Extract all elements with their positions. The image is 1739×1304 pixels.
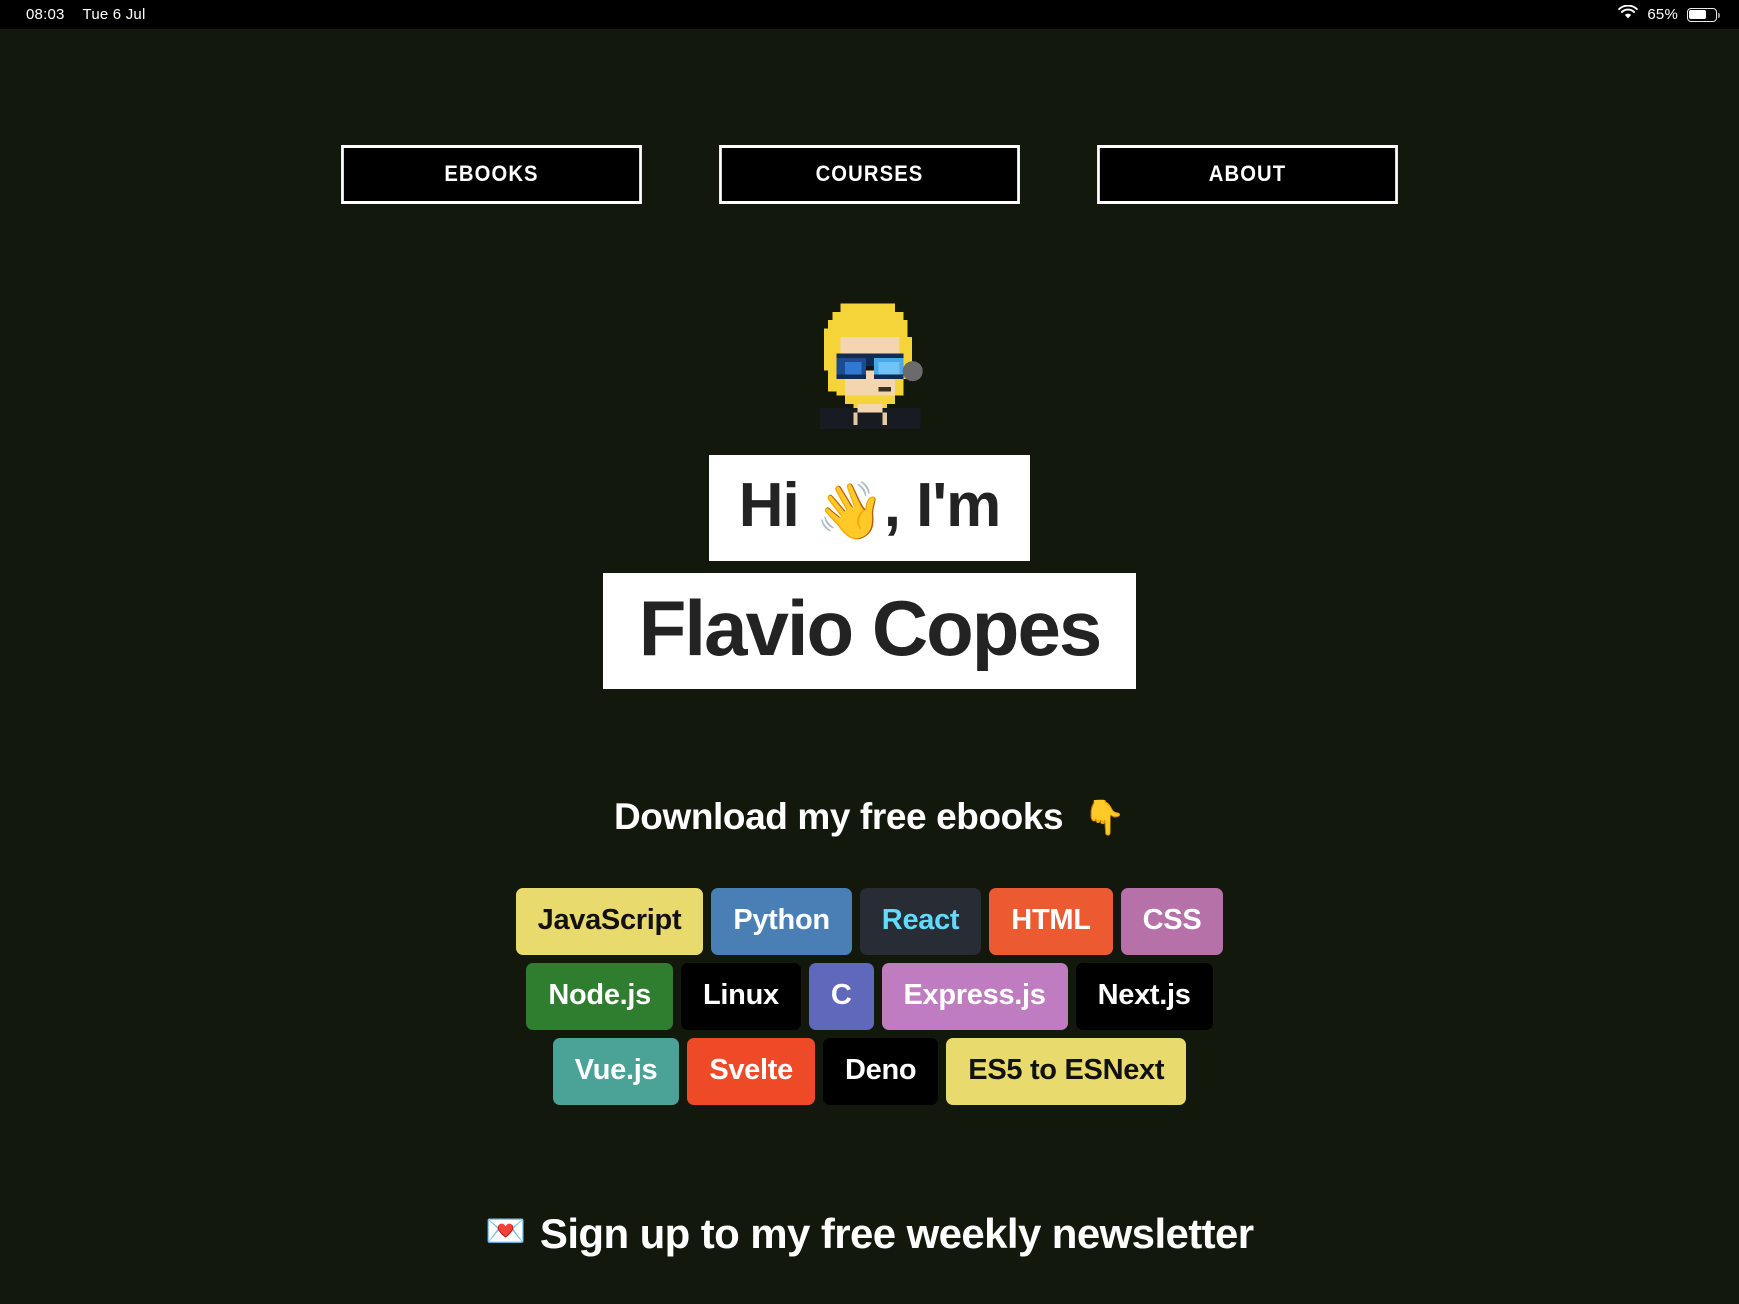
waving-hand-icon: 👋	[814, 479, 885, 542]
status-time: 08:03	[26, 6, 65, 23]
nav-item-label: EBOOKS	[444, 161, 539, 186]
hero-greeting-suffix: , I'm	[883, 471, 1002, 540]
nav-item-ebooks[interactable]: EBOOKS	[341, 145, 642, 204]
ebook-tag-deno[interactable]: Deno	[822, 1038, 939, 1105]
main-navigation: EBOOKS COURSES ABOUT	[0, 29, 1739, 204]
ebook-tag-html[interactable]: HTML	[989, 888, 1113, 955]
battery-fill	[1689, 9, 1706, 20]
battery-percent-label: 65%	[1647, 6, 1678, 23]
status-bar-left: 08:03 Tue 6 Jul	[26, 6, 146, 23]
ebook-tag-list: JavaScript Python React HTML CSS Node.js Linux…	[0, 888, 1739, 1105]
ebook-tag-svelte[interactable]: Svelte	[687, 1038, 815, 1105]
ebook-tag-row: Vue.js Svelte Deno ES5 to ESNext	[552, 1038, 1187, 1105]
ebook-tag-next-js[interactable]: Next.js	[1075, 963, 1213, 1030]
status-date: Tue 6 Jul	[82, 6, 146, 23]
ebook-tag-es5-to-esnext[interactable]: ES5 to ESNext	[946, 1038, 1187, 1105]
ebook-tag-react[interactable]: React	[859, 888, 982, 955]
nav-item-label: COURSES	[815, 161, 924, 186]
ebook-tag-row: JavaScript Python React HTML CSS	[515, 888, 1224, 955]
ebook-tag-python[interactable]: Python	[711, 888, 852, 955]
ebook-tag-vue-js[interactable]: Vue.js	[552, 1038, 680, 1105]
avatar-container	[0, 295, 1739, 429]
status-bar: 08:03 Tue 6 Jul 65%	[0, 0, 1739, 29]
hero-name: Flavio Copes	[602, 573, 1137, 689]
nav-item-about[interactable]: ABOUT	[1097, 145, 1398, 204]
battery-icon	[1687, 7, 1721, 22]
hero-headline: Hi 👋, I'm Flavio Copes	[0, 455, 1739, 689]
ebook-tag-linux[interactable]: Linux	[681, 963, 801, 1030]
ebook-tag-row: Node.js Linux C Express.js Next.js	[526, 963, 1213, 1030]
page-content: EBOOKS COURSES ABOUT Hi 👋, I'm Flavio Co…	[0, 29, 1739, 1304]
nav-item-label: ABOUT	[1208, 161, 1287, 186]
ebook-tag-c[interactable]: C	[808, 963, 874, 1030]
status-bar-right: 65%	[1618, 4, 1721, 24]
avatar	[819, 303, 923, 429]
ebook-tag-express-js[interactable]: Express.js	[881, 963, 1068, 1030]
nav-item-courses[interactable]: COURSES	[719, 145, 1020, 204]
hero-greeting: Hi 👋, I'm	[708, 455, 1031, 561]
wifi-icon	[1618, 4, 1639, 24]
ebook-tag-javascript[interactable]: JavaScript	[515, 888, 704, 955]
newsletter-heading: 💌 Sign up to my free weekly newsletter	[0, 1210, 1739, 1258]
download-ebooks-heading: Download my free ebooks 👇	[0, 796, 1739, 838]
download-ebooks-text: Download my free ebooks	[613, 796, 1064, 837]
love-letter-icon: 💌	[485, 1212, 526, 1249]
hero-greeting-text: Hi	[738, 471, 800, 540]
ebook-tag-node-js[interactable]: Node.js	[526, 963, 674, 1030]
pointing-down-icon: 👇	[1083, 799, 1126, 837]
ebook-tag-css[interactable]: CSS	[1120, 888, 1224, 955]
newsletter-text: Sign up to my free weekly newsletter	[539, 1210, 1254, 1257]
